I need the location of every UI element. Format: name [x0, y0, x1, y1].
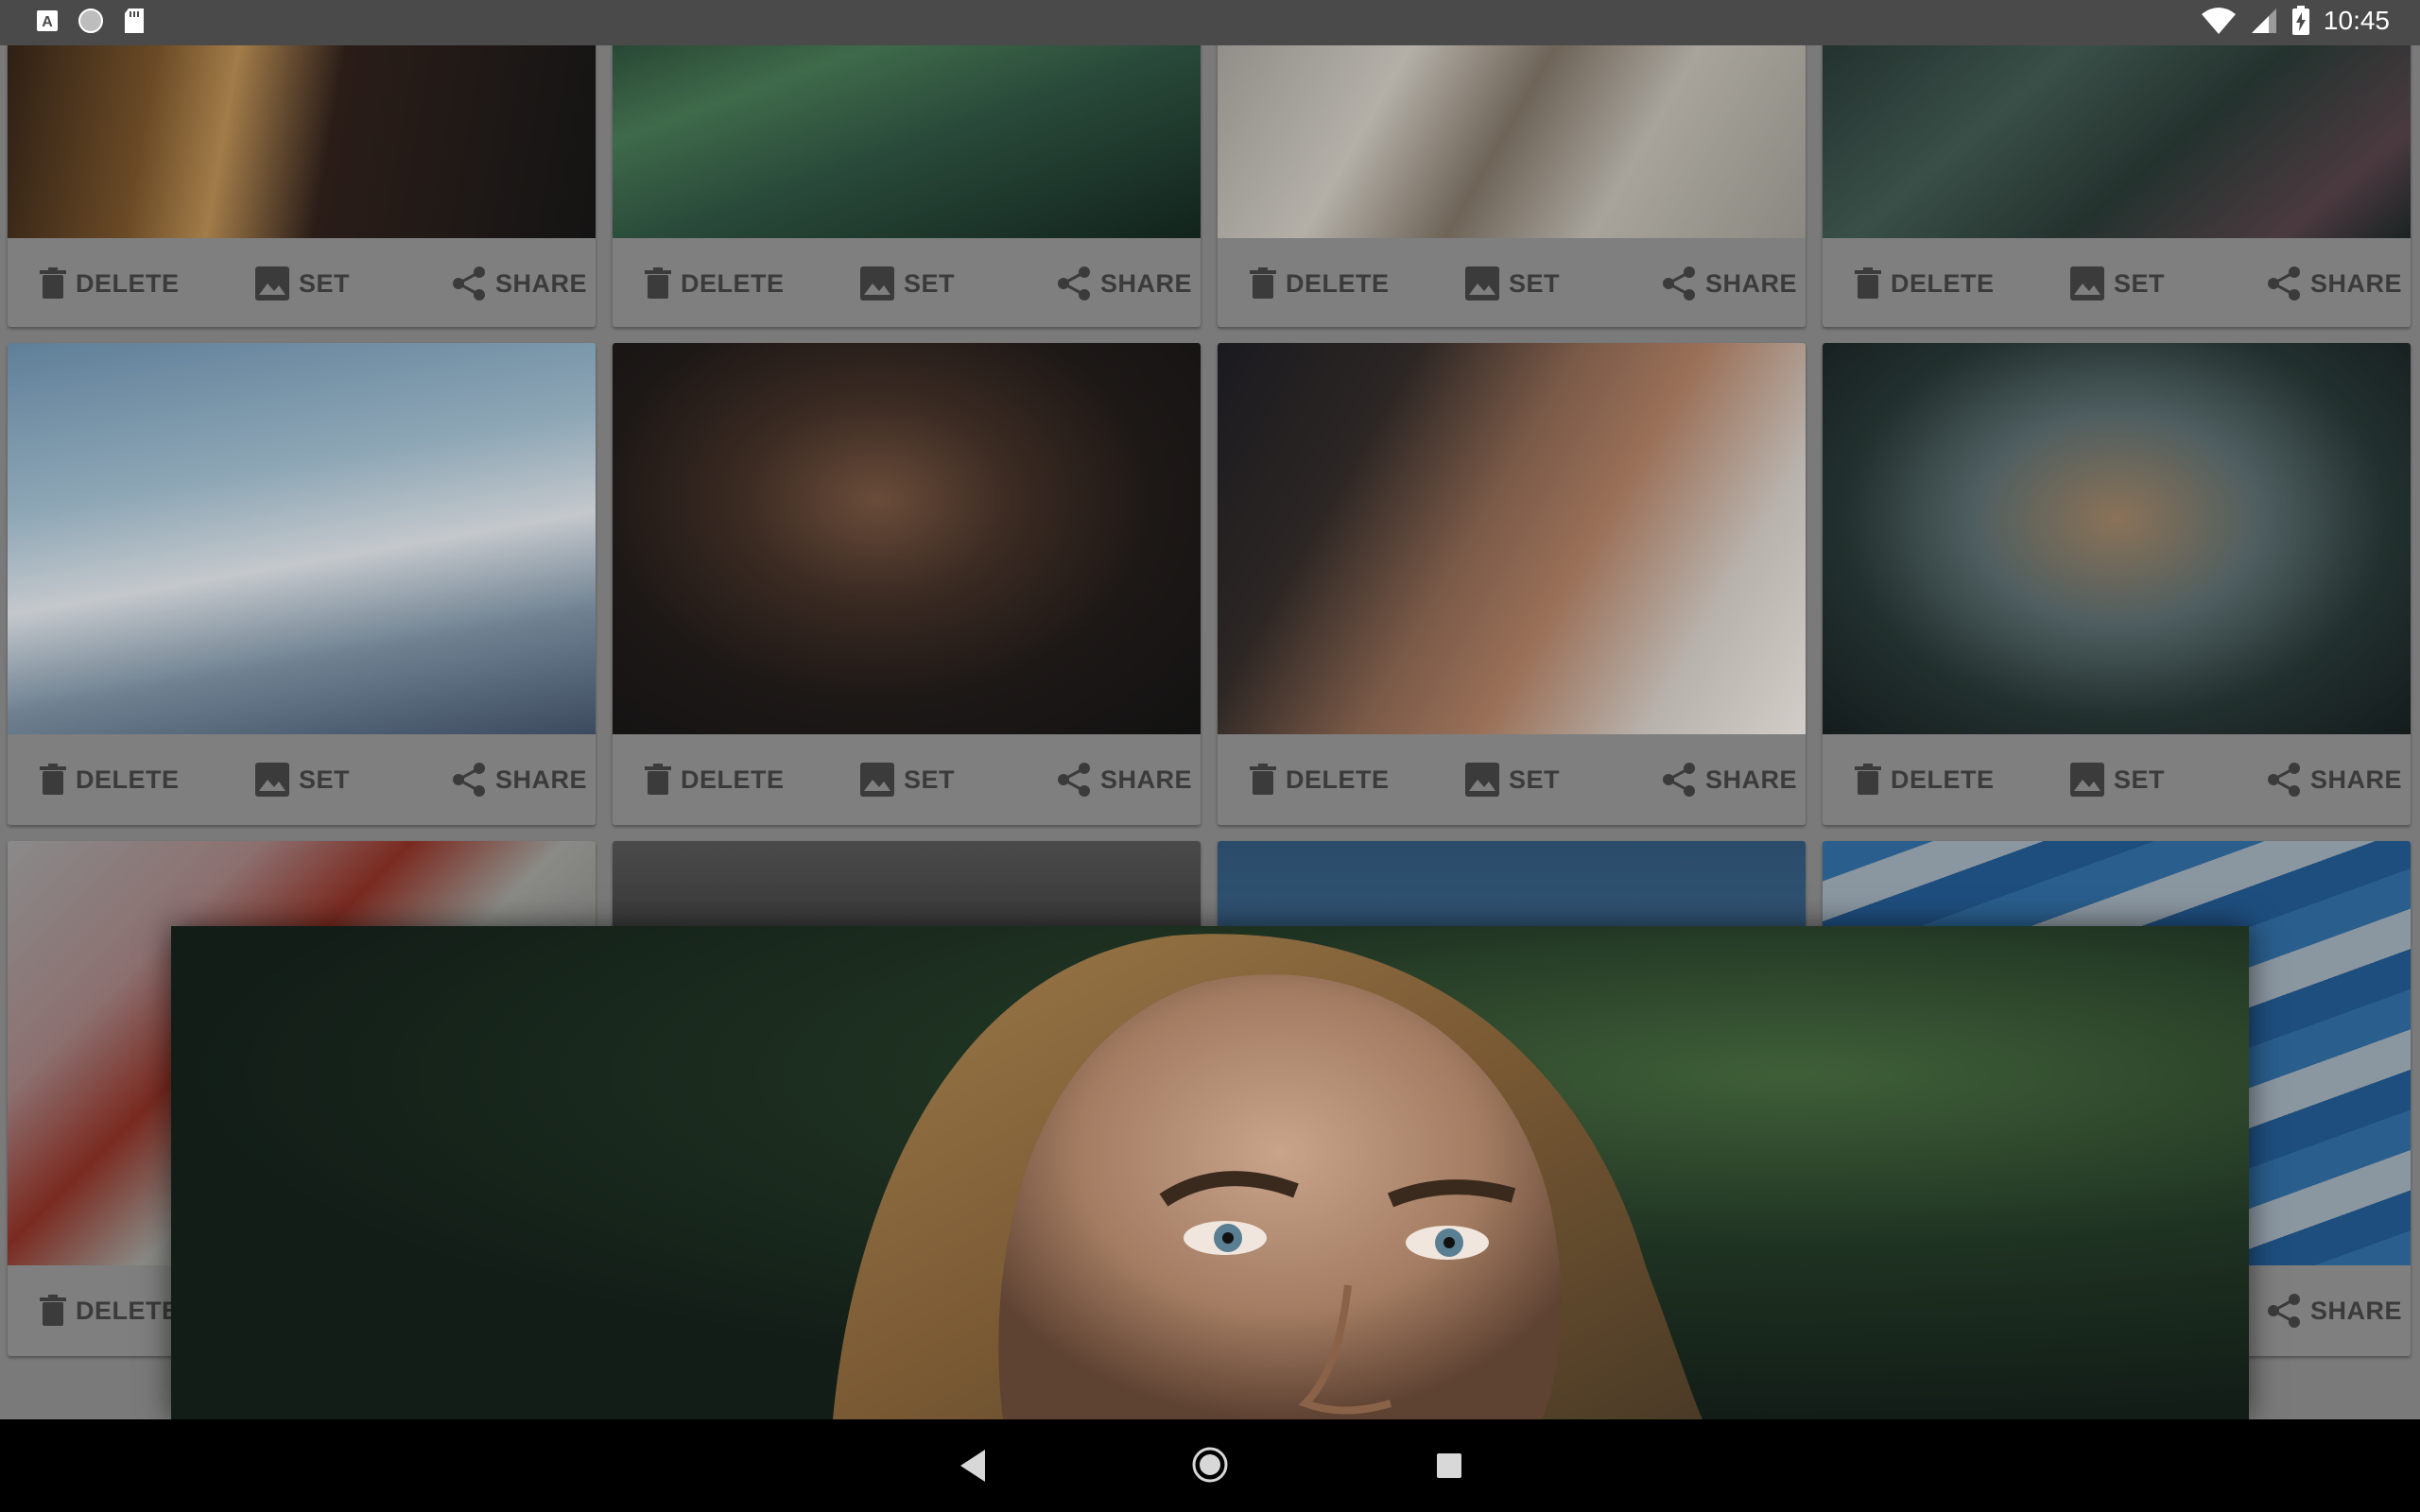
share-button[interactable]: SHARE: [2267, 1293, 2402, 1329]
wallpaper-card[interactable]: DELETE SET SHARE: [613, 45, 1201, 327]
wallpaper-thumbnail[interactable]: [8, 45, 596, 238]
clock: 10:45: [2323, 6, 2390, 35]
wallpaper-card[interactable]: DELETE SET SHARE: [1218, 343, 1806, 825]
svg-text:A: A: [42, 14, 53, 30]
wallpaper-thumbnail[interactable]: [1823, 45, 2411, 238]
image-icon: [2070, 763, 2104, 797]
share-button[interactable]: SHARE: [1057, 762, 1192, 798]
wallpaper-card[interactable]: DELETE SET SHARE: [8, 343, 596, 825]
trash-icon: [40, 267, 66, 299]
set-wallpaper-button[interactable]: SET: [2070, 266, 2165, 301]
status-right-icons: 10:45: [2201, 6, 2390, 36]
delete-button[interactable]: DELETE: [645, 764, 785, 796]
image-icon: [860, 266, 894, 301]
wallpaper-card[interactable]: DELETE SET SHARE: [613, 343, 1201, 825]
share-button[interactable]: SHARE: [1662, 266, 1797, 301]
delete-button[interactable]: DELETE: [40, 764, 180, 796]
share-button[interactable]: SHARE: [2267, 266, 2402, 301]
share-button[interactable]: SHARE: [2267, 762, 2402, 798]
delete-button[interactable]: DELETE: [40, 1295, 180, 1327]
delete-button[interactable]: DELETE: [1250, 267, 1390, 300]
wallpaper-thumbnail[interactable]: [1218, 45, 1806, 238]
trash-icon: [1855, 764, 1881, 795]
battery-charging-icon: [2291, 6, 2309, 35]
wallpaper-card[interactable]: DELETE SET SHARE: [1823, 343, 2411, 825]
status-bar: A 10:45: [0, 0, 2420, 45]
wallpaper-thumbnail[interactable]: [613, 45, 1201, 238]
wifi-icon: [2201, 8, 2236, 34]
share-button[interactable]: SHARE: [452, 762, 587, 798]
share-icon: [1663, 763, 1695, 797]
set-wallpaper-button[interactable]: SET: [860, 266, 955, 301]
image-icon: [1465, 266, 1499, 301]
trash-icon: [1855, 267, 1881, 299]
share-icon: [1058, 763, 1090, 797]
set-wallpaper-button[interactable]: SET: [255, 266, 350, 301]
share-icon: [1058, 266, 1090, 301]
back-icon[interactable]: [953, 1444, 991, 1487]
share-button[interactable]: SHARE: [1662, 762, 1797, 798]
delete-button[interactable]: DELETE: [645, 267, 785, 300]
trash-icon: [645, 764, 671, 795]
image-icon: [255, 763, 289, 797]
status-left-icons: A: [36, 8, 146, 34]
delete-button[interactable]: DELETE: [1250, 764, 1390, 796]
trash-icon: [1250, 267, 1276, 299]
share-icon: [453, 266, 485, 301]
set-wallpaper-button[interactable]: SET: [255, 763, 350, 797]
set-wallpaper-button[interactable]: SET: [2070, 763, 2165, 797]
delete-button[interactable]: DELETE: [1855, 267, 1995, 300]
signal-icon: [2251, 9, 2276, 33]
share-button[interactable]: SHARE: [1057, 266, 1192, 301]
navigation-bar: [0, 1419, 2420, 1512]
wallpaper-thumbnail[interactable]: [1823, 343, 2411, 734]
recents-icon[interactable]: [1435, 1452, 1463, 1480]
set-wallpaper-button[interactable]: SET: [1465, 763, 1560, 797]
trash-icon: [40, 1295, 66, 1326]
share-icon: [2268, 266, 2300, 301]
circle-icon: [78, 9, 103, 33]
trash-icon: [40, 764, 66, 795]
image-icon: [1465, 763, 1499, 797]
image-icon: [2070, 266, 2104, 301]
sd-card-icon: [125, 9, 144, 33]
share-button[interactable]: SHARE: [452, 266, 587, 301]
wallpaper-card[interactable]: DELETE SET SHARE: [1823, 45, 2411, 327]
share-icon: [453, 763, 485, 797]
trash-icon: [645, 267, 671, 299]
wallpaper-card[interactable]: DELETE SET SHARE: [8, 45, 596, 327]
set-wallpaper-button[interactable]: SET: [1465, 266, 1560, 301]
wallpaper-thumbnail[interactable]: [1218, 343, 1806, 734]
image-icon: [860, 763, 894, 797]
delete-button[interactable]: DELETE: [40, 267, 180, 300]
wallpaper-thumbnail[interactable]: [8, 343, 596, 734]
set-wallpaper-button[interactable]: SET: [860, 763, 955, 797]
home-icon[interactable]: [1191, 1446, 1229, 1484]
wallpaper-thumbnail[interactable]: [613, 343, 1201, 734]
delete-button[interactable]: DELETE: [1855, 764, 1995, 796]
wallpaper-card[interactable]: DELETE SET SHARE: [1218, 45, 1806, 327]
image-icon: [255, 266, 289, 301]
share-icon: [1663, 266, 1695, 301]
trash-icon: [1250, 764, 1276, 795]
text-a-icon: A: [37, 10, 58, 31]
share-icon: [2268, 1294, 2300, 1328]
share-icon: [2268, 763, 2300, 797]
preview-image: [833, 934, 1703, 1419]
wallpaper-preview[interactable]: [171, 926, 2249, 1419]
